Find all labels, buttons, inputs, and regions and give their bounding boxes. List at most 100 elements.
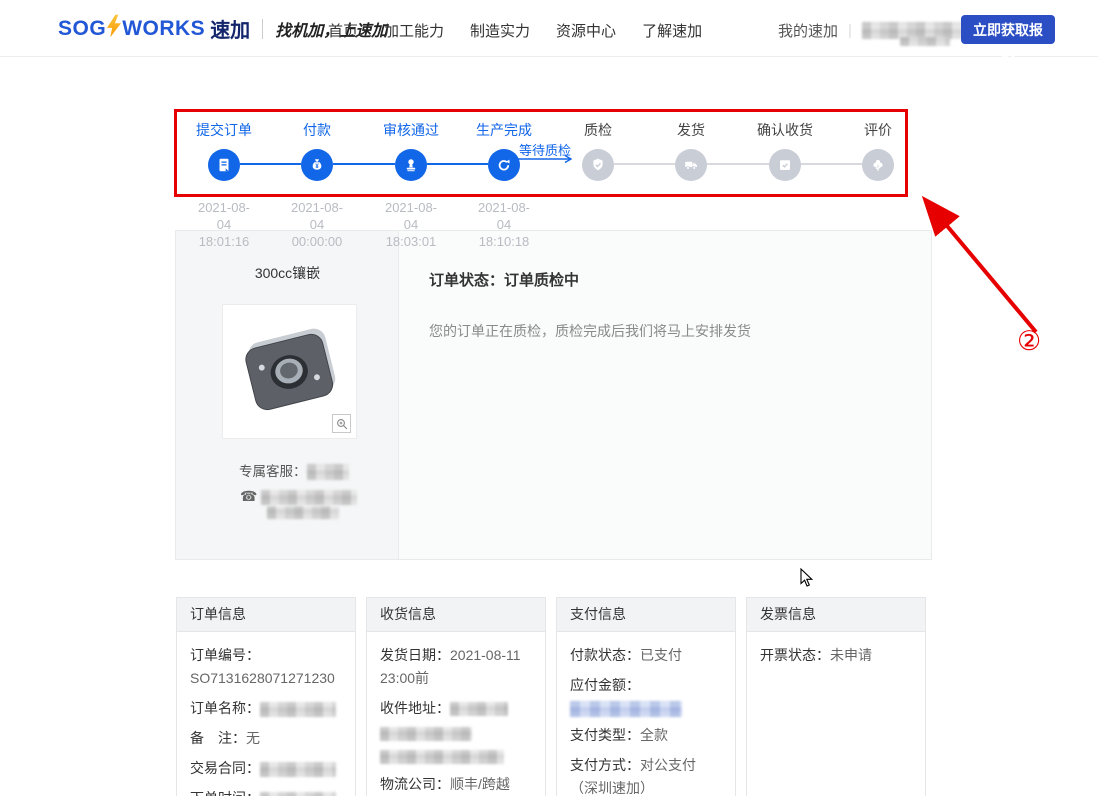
logo-text-works: WORKS <box>122 17 205 41</box>
nav-item-capability[interactable]: 加工能力 <box>384 20 444 41</box>
cycle-icon <box>488 149 520 181</box>
logo-text-cn: 速加 <box>210 14 250 43</box>
step-label: 审核通过 <box>364 120 458 140</box>
product-name: 300cc镶嵌 <box>176 263 399 283</box>
step-label: 确认收货 <box>738 120 832 140</box>
stamp-icon <box>395 149 427 181</box>
order-status-description: 您的订单正在质检，质检完成后我们将马上安排发货 <box>429 321 751 341</box>
connector-6-7 <box>707 163 769 165</box>
step-review: 评价 <box>831 120 925 181</box>
remark-value: 无 <box>246 730 260 746</box>
order-status-panel: 300cc镶嵌 专属客 <box>175 230 932 560</box>
logo-divider <box>262 19 263 39</box>
card-body: 订单编号： SO7131628071271230 订单名称： 备 注：无 交易合… <box>177 632 355 796</box>
amount-label: 应付金额： <box>570 677 640 693</box>
redacted-phone-number <box>261 490 357 505</box>
shield-check-icon <box>582 149 614 181</box>
redacted-amount <box>570 701 682 717</box>
contract-label: 交易合同： <box>190 760 260 776</box>
account-divider: | <box>848 22 852 39</box>
connector-3-4 <box>427 163 488 165</box>
pay-method-label: 支付方式： <box>570 757 640 773</box>
step-confirm-receipt: 确认收货 <box>738 120 832 181</box>
address-label: 收件地址： <box>380 700 450 716</box>
card-title: 收货信息 <box>367 598 545 632</box>
connector-2-3 <box>333 163 395 165</box>
moneybag-icon: ¥ <box>301 149 333 181</box>
card-title: 支付信息 <box>557 598 735 632</box>
redacted-username-line2 <box>900 37 950 46</box>
redacted-address-2 <box>380 727 472 741</box>
invoice-info-card: 发票信息 开票状态：未申请 <box>746 597 926 796</box>
step-approved: 审核通过 <box>364 120 458 181</box>
flower-icon <box>862 149 894 181</box>
annotation-number: ② <box>1017 326 1041 357</box>
customer-service-label: 专属客服： <box>239 464 307 479</box>
document-icon <box>208 149 240 181</box>
product-panel: 300cc镶嵌 专属客 <box>176 231 399 559</box>
step-shipping: 发货 <box>644 120 738 181</box>
phone-row: ☎ <box>240 488 357 505</box>
redacted-address-3 <box>380 750 504 764</box>
lightning-bolt-icon <box>107 14 121 43</box>
order-info-card: 订单信息 订单编号： SO7131628071271230 订单名称： 备 注：… <box>176 597 356 796</box>
invoice-status-value: 未申请 <box>830 647 872 663</box>
order-status-title: 订单状态：订单质检中 <box>429 269 579 290</box>
customer-service-row: 专属客服： <box>239 460 349 480</box>
pay-type-value: 全款 <box>640 727 668 743</box>
redacted-phone-line2 <box>267 506 339 519</box>
get-quote-button[interactable]: 立即获取报价 <box>961 15 1055 44</box>
card-title: 发票信息 <box>747 598 925 632</box>
main-nav: 首页 加工能力 制造实力 资源中心 了解速加 <box>328 20 702 41</box>
card-body: 付款状态：已支付 应付金额： 支付类型：全款 支付方式：对公支付（深圳速加） <box>557 632 735 796</box>
order-name-label: 订单名称： <box>190 700 260 716</box>
logistics-label: 物流公司： <box>380 776 450 792</box>
order-time-label: 下单时间： <box>190 790 260 796</box>
remark-label: 备 注： <box>190 730 246 746</box>
ship-date-label: 发货日期： <box>380 647 450 663</box>
step-payment: 付款 ¥ <box>270 120 364 181</box>
pay-status-label: 付款状态： <box>570 647 640 663</box>
connector-5-6 <box>614 163 675 165</box>
card-title: 订单信息 <box>177 598 355 632</box>
invoice-status-label: 开票状态： <box>760 647 830 663</box>
top-navigation-bar: SOG WORKS 速加 找机加，上速加 首页 加工能力 制造实力 资源中心 了… <box>0 0 1098 57</box>
mouse-cursor <box>800 568 816 588</box>
card-body: 开票状态：未申请 <box>747 632 925 667</box>
step-datetime: 2021-08-0418:10:18 <box>457 199 551 250</box>
redacted-order-date <box>260 792 336 796</box>
nav-item-about[interactable]: 了解速加 <box>642 20 702 41</box>
order-no-label: 订单编号： <box>190 647 260 663</box>
step-label: 发货 <box>644 120 738 140</box>
redacted-order-name <box>260 702 336 717</box>
redacted-cs-name <box>307 464 349 480</box>
logistics-value: 顺丰/跨越 <box>450 776 510 792</box>
magnifier-icon[interactable] <box>332 414 351 433</box>
product-image <box>222 304 357 439</box>
nav-item-home[interactable]: 首页 <box>328 20 358 41</box>
phone-icon: ☎ <box>240 488 257 504</box>
payment-info-card: 支付信息 付款状态：已支付 应付金额： 支付类型：全款 支付方式：对公支付（深圳… <box>556 597 736 796</box>
shipping-info-card: 收货信息 发货日期：2021-08-11 23:00前 收件地址： 物流公司：顺… <box>366 597 546 796</box>
pay-status-value: 已支付 <box>640 647 682 663</box>
nav-item-strength[interactable]: 制造实力 <box>470 20 530 41</box>
step-datetime: 2021-08-0418:03:01 <box>364 199 458 250</box>
nav-item-resources[interactable]: 资源中心 <box>556 20 616 41</box>
step-label: 评价 <box>831 120 925 140</box>
order-detail-page: SOG WORKS 速加 找机加，上速加 首页 加工能力 制造实力 资源中心 了… <box>0 0 1098 796</box>
step-label: 质检 <box>551 120 645 140</box>
calendar-check-icon <box>769 149 801 181</box>
logo-text-sog: SOG <box>58 17 106 41</box>
waiting-arrow-icon <box>518 154 578 164</box>
step-label: 付款 <box>270 120 364 140</box>
connector-7-8 <box>801 163 862 165</box>
step-submit-order: 提交订单 <box>177 120 271 181</box>
step-label: 提交订单 <box>177 120 271 140</box>
pay-type-label: 支付类型： <box>570 727 640 743</box>
connector-1-2 <box>240 163 301 165</box>
step-label: 生产完成 <box>457 120 551 140</box>
order-no-value: SO7131628071271230 <box>190 670 335 686</box>
redacted-contract <box>260 762 336 777</box>
my-account-link[interactable]: 我的速加 <box>778 20 838 41</box>
step-datetime: 2021-08-0418:01:16 <box>177 199 271 250</box>
